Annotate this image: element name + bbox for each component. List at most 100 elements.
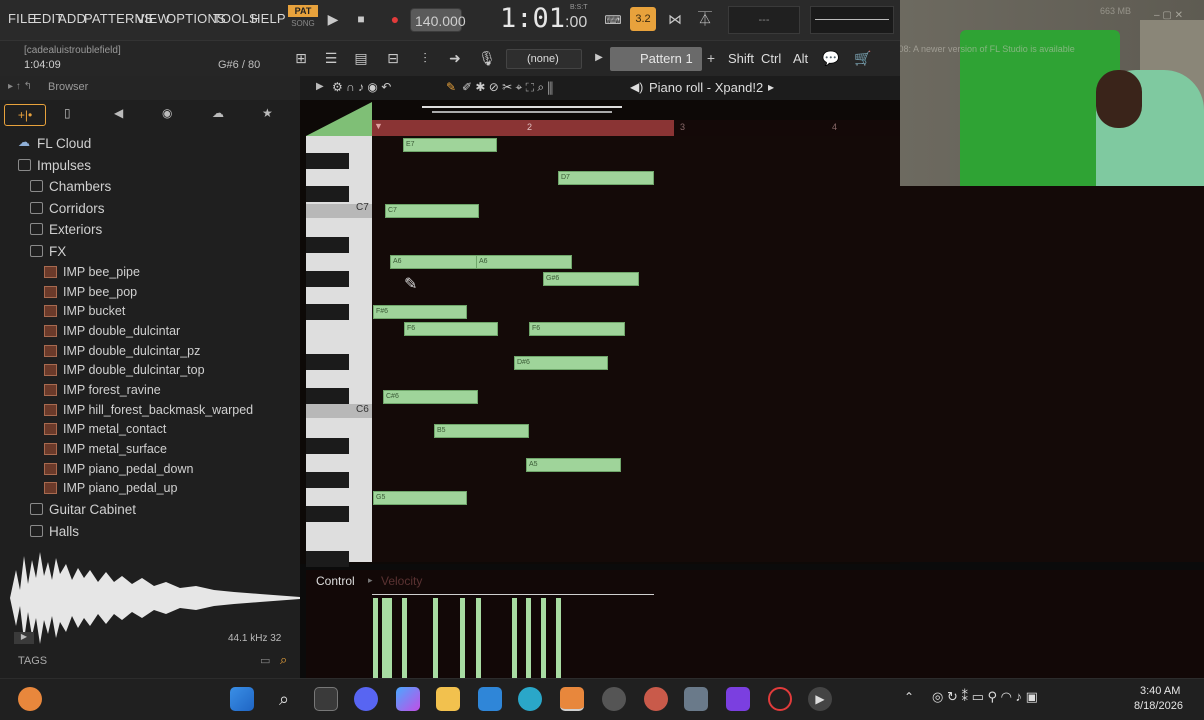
browser-item-impulses[interactable]: Impulses xyxy=(0,156,300,176)
pencil-tool-icon[interactable]: ✎ xyxy=(446,80,456,94)
note-a5[interactable]: A5 xyxy=(526,458,621,472)
velocity-bar[interactable] xyxy=(433,598,438,678)
channel-rack-icon[interactable]: ☰ xyxy=(320,47,342,69)
obs-icon[interactable] xyxy=(602,687,626,711)
control-target[interactable]: Velocity xyxy=(381,574,422,588)
opera-icon[interactable] xyxy=(768,687,792,711)
pr-title-arrow-icon[interactable]: ▸ xyxy=(768,80,774,94)
black-key[interactable] xyxy=(306,304,349,320)
search-icon[interactable]: ⌕ xyxy=(280,652,287,668)
chat-icon[interactable]: 💬 xyxy=(820,47,842,69)
note-e7[interactable]: E7 xyxy=(403,138,497,152)
browser-item-corridors[interactable]: Corridors xyxy=(0,199,300,219)
note-f6[interactable]: F6 xyxy=(529,322,625,336)
stop-icon[interactable]: ■ xyxy=(350,8,372,30)
note-c7[interactable]: C7 xyxy=(385,204,479,218)
pr-menu-arrow-icon[interactable]: ▶ xyxy=(316,81,324,92)
channel-select[interactable]: (none) xyxy=(506,49,582,69)
browser-item-fl-cloud[interactable]: ☁ FL Cloud xyxy=(0,134,300,154)
timeline-ruler[interactable]: ▼ 2 xyxy=(372,120,674,136)
control-label[interactable]: Control xyxy=(316,574,355,588)
piano-roll-icon[interactable]: ▤ xyxy=(350,47,372,69)
velocity-bar[interactable] xyxy=(526,598,531,678)
window-controls-icon[interactable]: – ▢ ✕ xyxy=(1154,10,1183,21)
starred-tab-icon[interactable]: ★ xyxy=(262,106,273,120)
browser-arrows-icon[interactable]: ▸ ↑ ↰ xyxy=(8,81,32,92)
preview-play-icon[interactable]: ▶ xyxy=(14,632,34,644)
fl-studio-icon[interactable] xyxy=(560,687,584,711)
edge-browser-icon[interactable] xyxy=(518,687,542,711)
chevron-up-icon[interactable]: ⌃ xyxy=(904,690,914,704)
note-f6[interactable]: F6 xyxy=(404,322,498,336)
black-key[interactable] xyxy=(306,271,349,287)
browser-file-item[interactable]: IMP double_dulcintar_top xyxy=(0,361,300,381)
mixer-icon[interactable]: ⊟ xyxy=(382,47,404,69)
control-arrow-icon[interactable]: ▸ xyxy=(368,575,373,586)
app-avatar-icon[interactable] xyxy=(644,687,668,711)
task-view-icon[interactable] xyxy=(314,687,338,711)
all-files-tab-icon[interactable]: +|• xyxy=(4,104,46,126)
clock-time[interactable]: 3:40 AM xyxy=(1140,685,1180,697)
libraries-tab-icon[interactable]: ◉ xyxy=(162,106,172,120)
tempo-display[interactable]: 140.000 xyxy=(410,8,466,32)
record-icon[interactable]: ● xyxy=(384,8,406,30)
black-key[interactable] xyxy=(306,506,349,522)
menu-add[interactable]: ADD xyxy=(58,11,86,26)
ctrl-key[interactable]: Ctrl xyxy=(761,51,781,66)
velocity-bar[interactable] xyxy=(460,598,465,678)
microphone-icon[interactable]: 🎙 xyxy=(476,47,498,69)
pr-tools-icon[interactable]: ⚙ ∩ ♪ ◉ ↶ xyxy=(332,80,391,94)
timeline-ruler-empty[interactable]: 3 4 xyxy=(674,120,904,136)
tool-icons[interactable]: ✐ ✱ ⊘ ✂ ⌖ ⛶ ⌕ ⫼ xyxy=(462,80,553,95)
waveform-preview[interactable] xyxy=(10,550,300,646)
note-f-sharp6[interactable]: F#6 xyxy=(373,305,467,319)
velocity-bar[interactable] xyxy=(402,598,407,678)
media-player-icon[interactable]: ▶ xyxy=(808,687,832,711)
typing-keyboard-icon[interactable]: ⌨ xyxy=(602,9,624,31)
note-grid[interactable]: E7 D7 C7 A6 A6 G#6 F#6 F6 F6 D#6 C#6 B5 … xyxy=(372,136,1204,562)
cloud-tab-icon[interactable]: ☁ xyxy=(212,106,224,120)
browser-file-item[interactable]: IMP bee_pipe xyxy=(0,263,300,283)
velocity-bars[interactable] xyxy=(372,594,654,678)
playhead-marker-icon[interactable]: ▼ xyxy=(374,121,383,131)
sliders-icon[interactable]: ⫶ xyxy=(414,47,436,69)
note-d-sharp6[interactable]: D#6 xyxy=(514,356,608,370)
current-project-tab-icon[interactable]: ▯ xyxy=(64,106,71,120)
browser-item-halls[interactable]: Halls xyxy=(0,522,300,542)
browser-file-item[interactable]: IMP double_dulcintar_pz xyxy=(0,342,300,362)
browser-file-item[interactable]: IMP metal_surface xyxy=(0,440,300,460)
note-a6[interactable]: A6 xyxy=(476,255,572,269)
velocity-bar[interactable] xyxy=(556,598,561,678)
black-key[interactable] xyxy=(306,237,349,253)
note-g-sharp6[interactable]: G#6 xyxy=(543,272,639,286)
playlist-icon[interactable]: ⊞ xyxy=(290,47,312,69)
note-c-sharp6[interactable]: C#6 xyxy=(383,390,478,404)
windows-start-icon[interactable] xyxy=(230,687,254,711)
clock-date[interactable]: 8/18/2026 xyxy=(1134,700,1183,712)
pattern-selector[interactable]: Pattern 1 xyxy=(610,47,702,71)
browser-file-item[interactable]: IMP hill_forest_backmask_warped xyxy=(0,401,300,421)
velocity-bar[interactable] xyxy=(541,598,546,678)
velocity-bar[interactable] xyxy=(512,598,517,678)
plugins-tab-icon[interactable]: ◀ xyxy=(114,106,123,120)
black-key[interactable] xyxy=(306,354,349,370)
shop-cart-icon[interactable]: 🛒 xyxy=(852,47,874,69)
note-b5[interactable]: B5 xyxy=(434,424,529,438)
folder-small-icon[interactable]: ▭ xyxy=(260,654,270,667)
black-key[interactable] xyxy=(306,472,349,488)
piano-keyboard[interactable]: C7 C6 xyxy=(306,136,372,567)
browser-file-item[interactable]: IMP bee_pop xyxy=(0,283,300,303)
scroll-corner[interactable] xyxy=(306,102,372,136)
pat-song-switch[interactable]: PAT SONG xyxy=(288,5,318,35)
loop-record-icon[interactable]: ⋈ xyxy=(664,8,686,30)
browser-file-item[interactable]: IMP double_dulcintar xyxy=(0,322,300,342)
black-key[interactable] xyxy=(306,153,349,169)
discord-icon[interactable] xyxy=(354,687,378,711)
velocity-bar[interactable] xyxy=(476,598,481,678)
pattern-prev-icon[interactable]: ▶ xyxy=(588,47,610,69)
velocity-bar[interactable] xyxy=(387,598,392,678)
shift-key[interactable]: Shift xyxy=(728,51,754,66)
note-g5[interactable]: G5 xyxy=(373,491,467,505)
speaker-icon[interactable]: ◀) xyxy=(630,80,643,94)
copilot-icon[interactable] xyxy=(396,687,420,711)
